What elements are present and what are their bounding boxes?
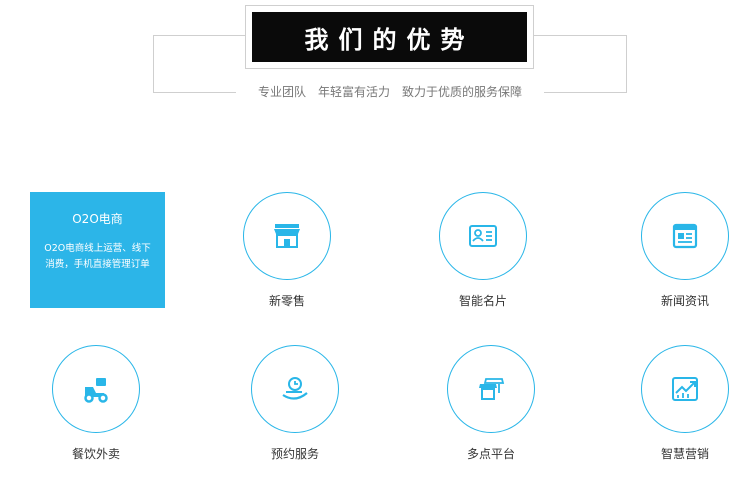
- growth-chart-icon: [672, 377, 698, 401]
- appointment-clock-icon: [282, 377, 308, 400]
- feature-card-description: O2O电商线上运营、线下消费，手机直接管理订单: [44, 243, 151, 270]
- item-label: 智慧营销: [660, 447, 709, 461]
- item-circle[interactable]: [641, 345, 729, 433]
- item-circle[interactable]: [251, 345, 339, 433]
- item-smart-marketing[interactable]: 智慧营销: [630, 345, 740, 462]
- item-food-delivery[interactable]: 餐饮外卖: [41, 345, 151, 462]
- feature-card-title: O2O电商: [72, 212, 123, 226]
- item-label: 新闻资讯: [660, 294, 709, 308]
- storefront-icon: [274, 224, 300, 248]
- decorative-line-right: [534, 35, 627, 93]
- item-label: 预约服务: [270, 447, 319, 461]
- decorative-line-left: [153, 35, 246, 93]
- item-new-retail[interactable]: 新零售: [232, 192, 342, 309]
- section-title: 我们的优势: [252, 12, 527, 62]
- item-circle[interactable]: [447, 345, 535, 433]
- business-card-icon: [469, 225, 497, 247]
- item-circle[interactable]: [243, 192, 331, 280]
- item-smart-card[interactable]: 智能名片: [428, 192, 538, 309]
- item-news[interactable]: 新闻资讯: [630, 192, 740, 309]
- item-label: 智能名片: [458, 294, 507, 308]
- item-label: 餐饮外卖: [71, 447, 120, 461]
- item-circle[interactable]: [641, 192, 729, 280]
- item-circle[interactable]: [52, 345, 140, 433]
- newspaper-icon: [672, 223, 698, 249]
- multi-store-icon: [479, 378, 505, 400]
- section-subtitle: 专业团队 年轻富有活力 致力于优质的服务保障: [236, 82, 544, 102]
- item-multi-platform[interactable]: 多点平台: [436, 345, 546, 462]
- item-label: 多点平台: [466, 447, 515, 461]
- item-appointment[interactable]: 预约服务: [240, 345, 350, 462]
- feature-card-o2o[interactable]: O2O电商 O2O电商线上运营、线下消费，手机直接管理订单: [30, 192, 165, 308]
- item-circle[interactable]: [439, 192, 527, 280]
- delivery-scooter-icon: [84, 378, 108, 403]
- item-label: 新零售: [268, 294, 305, 308]
